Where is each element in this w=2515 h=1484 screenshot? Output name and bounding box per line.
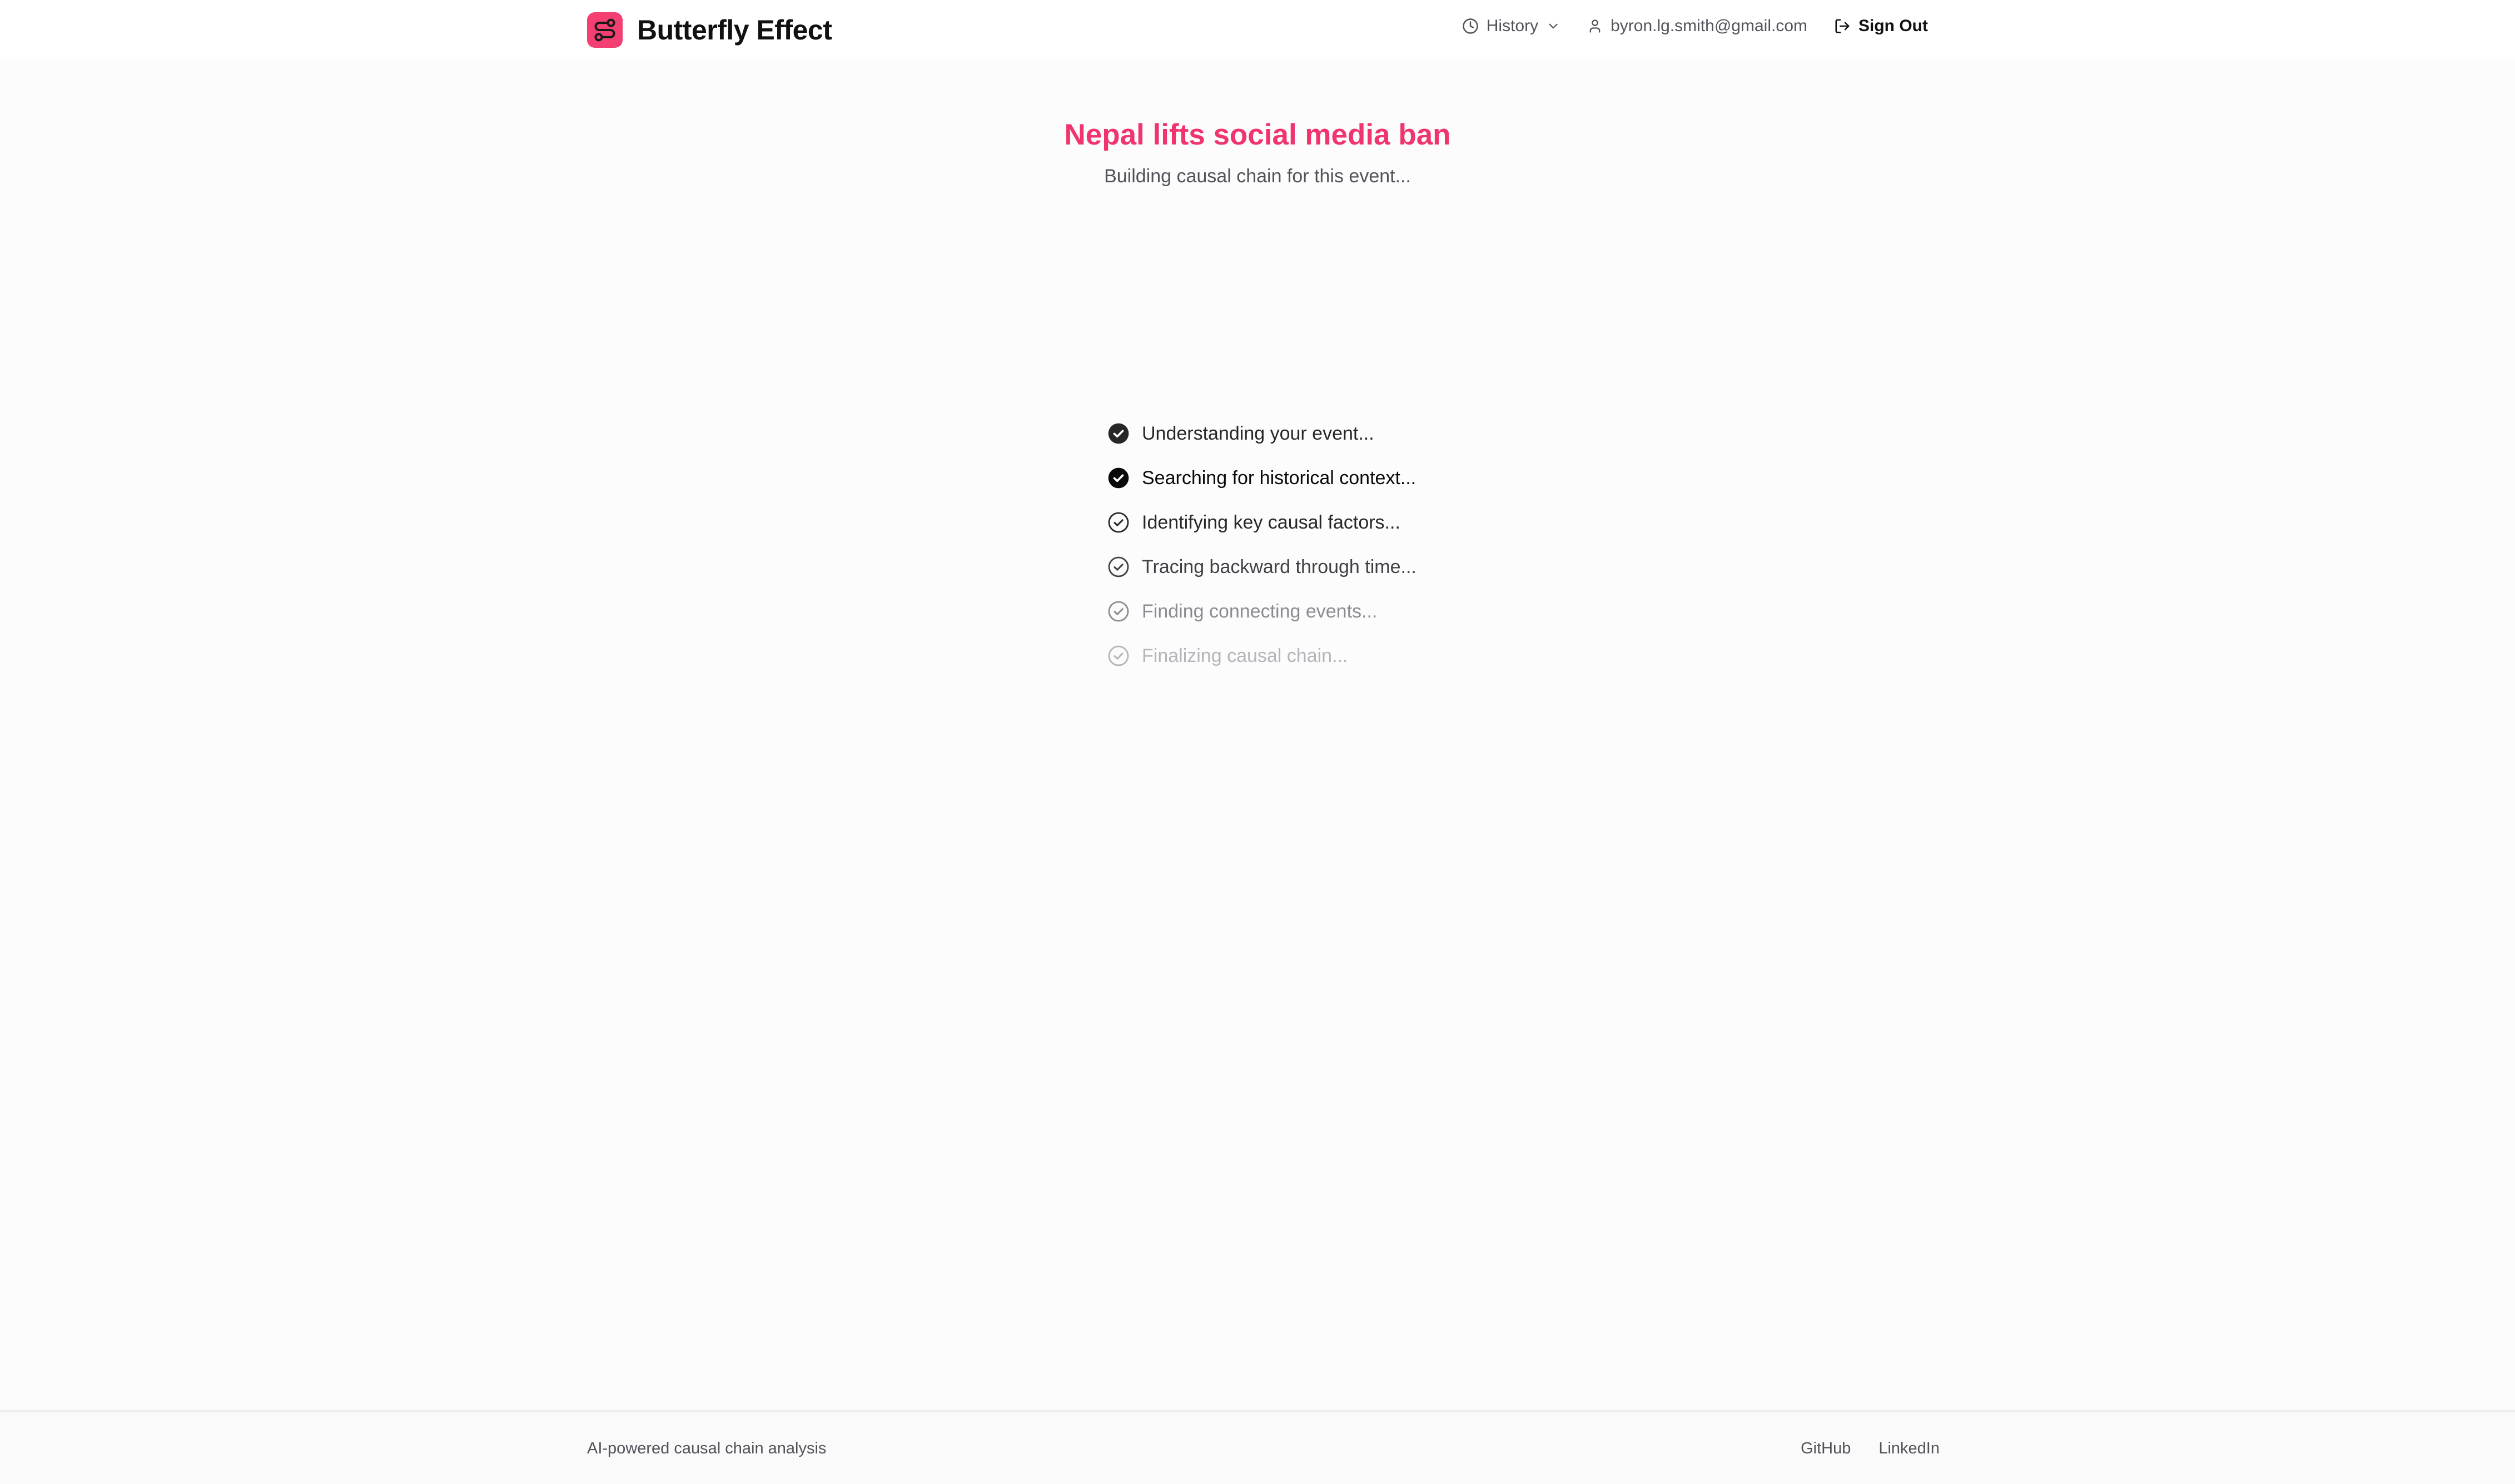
github-link[interactable]: GitHub [1801, 1440, 1851, 1458]
clock-icon [1462, 18, 1479, 34]
linkedin-link[interactable]: LinkedIn [1878, 1440, 1940, 1458]
brand-title: Butterfly Effect [637, 14, 832, 46]
footer: AI-powered causal chain analysis GitHub … [0, 1410, 2515, 1484]
footer-links: GitHub LinkedIn [1801, 1440, 1940, 1458]
progress-step: Understanding your event... [1107, 411, 1497, 456]
status-text: Building causal chain for this event... [1104, 166, 1411, 187]
log-out-icon [1834, 18, 1851, 34]
sign-out-label: Sign Out [1858, 17, 1928, 35]
chevron-down-icon [1546, 19, 1560, 33]
user-account: byron.lg.smith@gmail.com [1587, 17, 1807, 36]
history-label: History [1486, 17, 1539, 35]
step-label: Identifying key causal factors... [1142, 511, 1400, 533]
progress-step: Searching for historical context... [1107, 456, 1497, 500]
step-label: Searching for historical context... [1142, 467, 1416, 489]
progress-step: Finding connecting events... [1107, 589, 1497, 634]
check-circle-filled-icon [1107, 467, 1130, 489]
top-nav: Butterfly Effect History byron.lg.smith@… [0, 0, 2515, 60]
step-label: Tracing backward through time... [1142, 556, 1416, 577]
nav-actions: History byron.lg.smith@gmail.com Sign Ou… [1462, 17, 1928, 36]
check-circle-filled-icon [1107, 422, 1130, 445]
progress-steps: Understanding your event... Searching fo… [1107, 411, 1497, 678]
check-circle-outline-icon [1107, 511, 1130, 534]
progress-step: Tracing backward through time... [1107, 545, 1497, 589]
route-icon [587, 12, 623, 48]
step-label: Finalizing causal chain... [1142, 645, 1348, 666]
check-circle-outline-icon [1107, 600, 1130, 623]
check-circle-outline-icon [1107, 556, 1130, 578]
step-label: Understanding your event... [1142, 422, 1374, 444]
history-dropdown[interactable]: History [1462, 17, 1560, 36]
user-email: byron.lg.smith@gmail.com [1611, 17, 1808, 35]
user-icon [1587, 18, 1603, 34]
footer-tagline: AI-powered causal chain analysis [587, 1440, 827, 1457]
event-title: Nepal lifts social media ban [1064, 118, 1451, 151]
main-content: Nepal lifts social media ban Building ca… [0, 60, 2515, 1411]
step-label: Finding connecting events... [1142, 600, 1378, 622]
check-circle-outline-icon [1107, 645, 1130, 667]
progress-step: Identifying key causal factors... [1107, 500, 1497, 545]
page: Butterfly Effect History byron.lg.smith@… [0, 0, 2515, 1484]
brand-home-link[interactable]: Butterfly Effect [587, 12, 832, 48]
progress-step: Finalizing causal chain... [1107, 634, 1497, 678]
sign-out-button[interactable]: Sign Out [1834, 17, 1928, 36]
